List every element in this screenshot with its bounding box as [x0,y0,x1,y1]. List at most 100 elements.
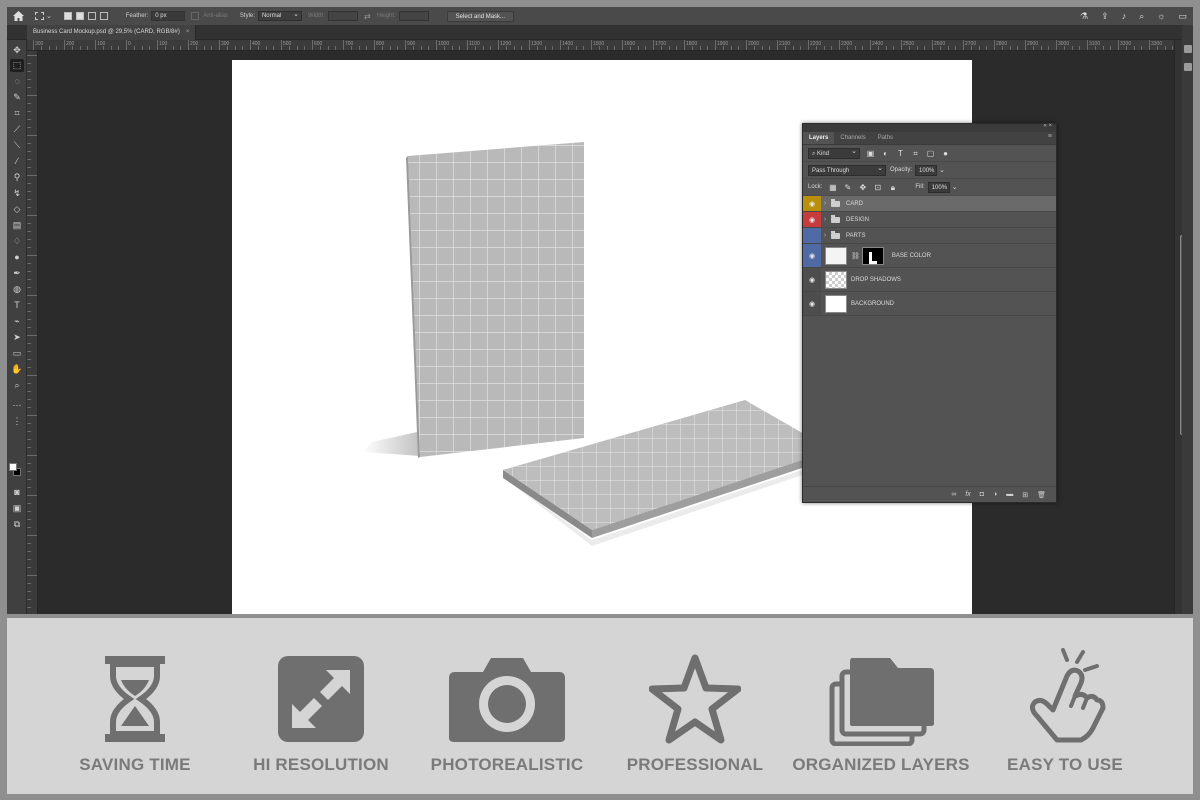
new-selection-icon[interactable] [63,12,72,20]
blur-tool-icon[interactable]: ♢ [10,235,24,248]
marquee-tool-icon[interactable]: ⬚ [10,59,24,72]
visibility-toggle-empty[interactable] [803,228,821,243]
lock-artboard-icon[interactable]: ⊡ [873,183,882,192]
adjustment-layer-icon[interactable]: ◑ [993,491,997,498]
trash-icon[interactable]: 🗑︎ [1037,491,1046,499]
path-select-tool-icon[interactable]: ➤ [10,331,24,344]
height-input[interactable] [398,11,429,21]
layer-row-background[interactable]: ◉ BACKGROUND [803,292,1056,316]
add-selection-icon[interactable] [75,12,84,20]
document-tab[interactable]: Business Card Mockup.psd @ 29,5% (CARD, … [27,25,197,40]
visibility-eye-icon[interactable]: ◉ [803,212,821,227]
new-group-icon[interactable]: ▬ [1006,491,1013,498]
search-icon[interactable]: ⌕ [1139,11,1144,22]
home-button[interactable] [7,7,29,25]
bulb-icon[interactable]: ☼ [1157,11,1165,21]
workspace-icon[interactable]: ▭ [1178,11,1187,22]
filter-adjustment-icon[interactable]: ◐ [881,149,890,158]
visibility-eye-icon[interactable]: ◉ [803,244,821,267]
fx-icon[interactable]: fx [965,491,970,498]
layer-row-base-color[interactable]: ◉ ⛓ BASE COLOR [803,244,1056,268]
expand-arrow-icon[interactable]: › [821,200,829,207]
sponge-tool-icon[interactable]: ◍ [10,283,24,296]
visibility-eye-icon[interactable]: ◉ [803,292,821,315]
swap-icon[interactable]: ⇄ [364,7,371,25]
chevron-down-icon[interactable]: ⌄ [939,166,945,174]
zoom-tool-icon[interactable]: ⌕ [10,379,24,392]
filter-toggle-icon[interactable]: ● [941,149,950,158]
panel-dock-icon[interactable] [1184,63,1192,71]
lock-all-icon[interactable]: 🔒︎ [888,183,897,192]
ruler-tick [1025,40,1026,50]
eyedropper-tool-icon[interactable]: ⟋ [10,123,24,136]
bell-icon[interactable]: ♪ [1122,11,1127,21]
select-and-mask-button[interactable]: Select and Mask... [446,10,515,22]
filter-kind-select[interactable]: ⌕ Kind [808,147,860,159]
collapse-close-icons[interactable]: « × [1043,123,1052,129]
anti-alias-checkbox[interactable] [191,12,200,20]
pen-tool-icon[interactable]: ✒ [10,267,24,280]
edit-toolbar-icon[interactable]: ⋮ [10,415,24,428]
filter-pixel-icon[interactable]: ▣ [866,149,875,158]
share-icon[interactable]: ⇪ [1101,11,1109,22]
filter-type-icon[interactable]: T [896,149,905,158]
tab-paths[interactable]: Paths [872,132,899,144]
visibility-eye-icon[interactable]: ◉ [803,268,821,291]
filter-smart-object-icon[interactable]: ▢ [926,149,935,158]
dodge-tool-icon[interactable]: ● [10,251,24,264]
lock-image-icon[interactable]: ✎ [843,183,852,192]
history-brush-tool-icon[interactable]: ↯ [10,187,24,200]
layer-row-parts[interactable]: › PARTS [803,228,1056,244]
width-input[interactable] [327,11,358,21]
gradient-tool-icon[interactable]: ▤ [10,219,24,232]
close-icon[interactable]: × [186,29,190,35]
intersect-selection-icon[interactable] [99,12,108,20]
new-layer-icon[interactable]: ⊞ [1022,491,1028,499]
panel-dock-icon[interactable] [1184,45,1192,53]
subtract-selection-icon[interactable] [87,12,96,20]
layer-row-drop-shadows[interactable]: ◉ DROP SHADOWS [803,268,1056,292]
filter-shape-icon[interactable]: ⌗ [911,149,920,158]
brush-tool-icon[interactable]: ∕ [10,155,24,168]
lock-position-icon[interactable]: ✥ [858,183,867,192]
feather-input[interactable]: 0 px [151,11,186,21]
expand-arrow-icon[interactable]: › [821,232,829,239]
chevron-down-icon[interactable]: ⌄ [952,183,958,191]
more-tools-icon[interactable]: ⋯ [10,399,24,412]
tab-channels[interactable]: Channels [834,132,871,144]
type-tool-icon[interactable]: T [10,299,24,312]
ruler-tick [27,79,31,80]
artboard-icon[interactable]: ⧉ [10,518,24,531]
panel-menu-icon[interactable]: ≡ [1048,133,1052,140]
foreground-color-swatch[interactable] [9,463,17,471]
screen-mode-icon[interactable]: ▣ [10,502,24,515]
layer-row-card[interactable]: ◉ › CARD [803,196,1056,212]
fill-input[interactable]: 100% [927,181,950,193]
visibility-eye-icon[interactable]: ◉ [803,196,821,211]
add-mask-icon[interactable]: ◘ [980,491,984,498]
blend-mode-select[interactable]: Pass Through [808,164,886,176]
vertical-scrollbar[interactable] [1174,40,1185,614]
flask-icon[interactable]: ⚗ [1080,11,1088,22]
lock-transparent-icon[interactable]: ▦ [828,183,837,192]
shape-tool-icon[interactable]: ▭ [10,347,24,360]
opacity-input[interactable]: 100% [915,164,938,176]
link-chain-icon[interactable]: ⛓ [851,252,860,260]
lasso-tool-icon[interactable]: ◌ [10,75,24,88]
crop-tool-icon[interactable]: ⌗ [10,107,24,120]
link-layers-icon[interactable]: ∞ [951,491,956,498]
style-select[interactable]: Normal [257,10,302,21]
hand-tool-icon[interactable]: ✋ [10,363,24,376]
clone-stamp-tool-icon[interactable]: ⚲ [10,171,24,184]
healing-tool-icon[interactable]: ⟍ [10,139,24,152]
layer-row-design[interactable]: ◉ › DESIGN [803,212,1056,228]
quick-mask-icon[interactable]: ◙ [10,486,24,499]
quick-select-tool-icon[interactable]: ✎ [10,91,24,104]
marquee-preset-picker[interactable]: ⌄ [35,7,52,25]
move-tool-icon[interactable]: ✥ [10,44,24,57]
eraser-tool-icon[interactable]: ◇ [10,203,24,216]
expand-arrow-icon[interactable]: › [821,216,829,223]
layer-mask-thumbnail[interactable] [861,246,884,265]
tab-layers[interactable]: Layers [803,132,835,144]
pen-path-tool-icon[interactable]: ⌁ [10,315,24,328]
